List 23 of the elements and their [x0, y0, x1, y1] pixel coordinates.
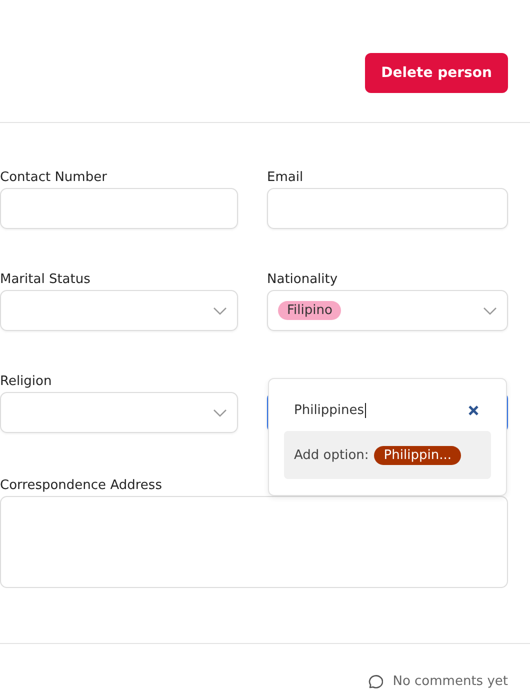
- address-textarea[interactable]: [0, 496, 508, 588]
- tag: Philippin...: [374, 446, 462, 464]
- comments-status: No comments yet: [392, 674, 508, 689]
- input-field[interactable]: [267, 188, 508, 229]
- search-text[interactable]: Philippines: [294, 402, 366, 418]
- tag: Filipino: [278, 301, 342, 320]
- field-label: Marital Status: [0, 271, 92, 289]
- select-field[interactable]: [0, 290, 238, 331]
- add-option-item[interactable]: Add option: Philippin...: [284, 431, 491, 479]
- field-label: Contact Number: [0, 169, 108, 187]
- field-label: Nationality: [267, 271, 339, 289]
- field-label: Religion: [0, 373, 53, 391]
- select-field[interactable]: Filipino: [267, 290, 508, 331]
- field-label: Email: [267, 169, 304, 187]
- select-field[interactable]: [0, 392, 238, 433]
- close-icon[interactable]: [468, 404, 479, 416]
- chevron-down-icon: [213, 408, 227, 416]
- chevron-down-icon: [483, 306, 497, 314]
- field-label: Correspondence Address: [0, 477, 163, 495]
- delete-person-button[interactable]: Delete person: [365, 53, 508, 93]
- chevron-down-icon: [213, 306, 227, 314]
- option-label: Add option:: [294, 448, 369, 462]
- input-field[interactable]: [0, 188, 238, 229]
